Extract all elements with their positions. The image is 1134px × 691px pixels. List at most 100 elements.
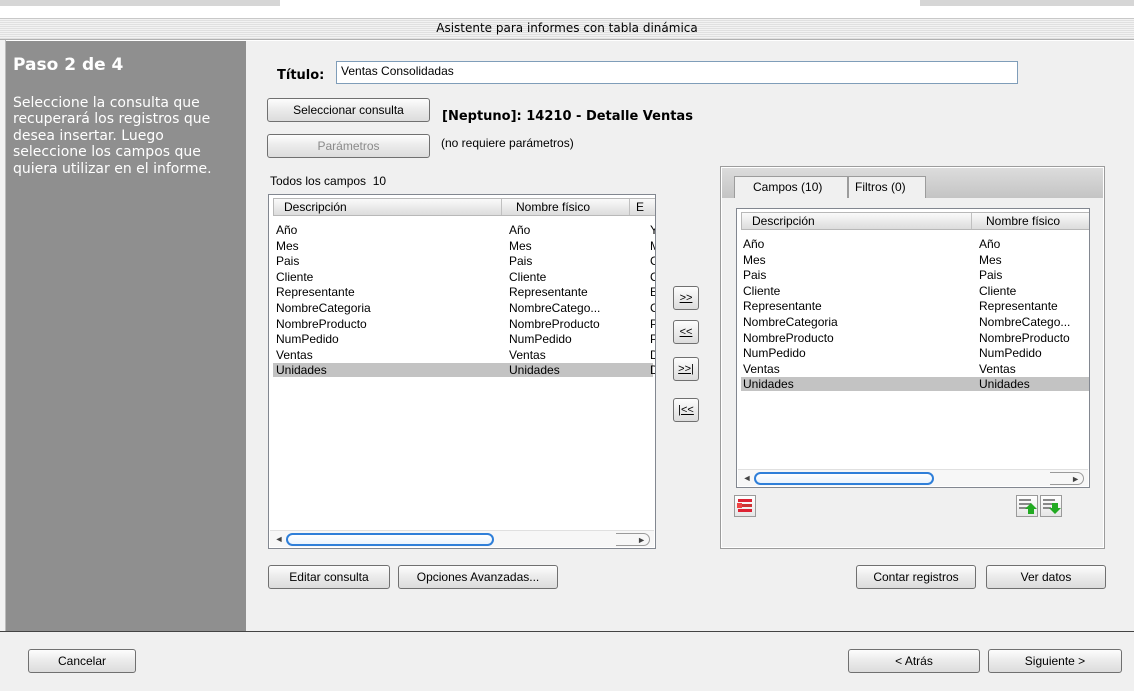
all-fields-list[interactable]: Descripción Nombre físico E AñoAñoYMesMe… bbox=[268, 194, 656, 549]
cancel-button[interactable]: Cancelar bbox=[28, 649, 136, 673]
list-cell: E bbox=[650, 285, 655, 299]
move-up-icon bbox=[1019, 499, 1037, 514]
list-item[interactable]: NombreCategoria NombreCatego... C bbox=[273, 301, 655, 315]
list-item[interactable]: Representante Representante E bbox=[273, 285, 655, 300]
list-cell: NombreProducto bbox=[509, 316, 600, 331]
list-cell: Mes bbox=[743, 252, 766, 267]
list-item[interactable]: Representante Representante bbox=[741, 299, 1089, 313]
list-cell: NumPedido bbox=[509, 332, 572, 347]
list-item[interactable]: Cliente Cliente bbox=[741, 284, 1089, 298]
scroll-left-icon[interactable]: ◄ bbox=[740, 472, 754, 485]
move-up-button[interactable] bbox=[1016, 495, 1038, 517]
list-cell: Ventas bbox=[743, 361, 780, 376]
column-header-physical-name[interactable]: Nombre físico bbox=[972, 213, 1089, 229]
all-fields-hscrollbar[interactable]: ◄ ► bbox=[270, 530, 654, 547]
list-item[interactable]: NumPedido NumPedido P bbox=[273, 332, 655, 347]
list-item[interactable]: Mes Mes bbox=[741, 253, 1089, 267]
remove-all-fields-button[interactable]: |<< bbox=[673, 398, 699, 422]
list-item[interactable]: NombreProducto NombreProducto bbox=[741, 331, 1089, 345]
column-header-description[interactable]: Descripción bbox=[274, 199, 502, 215]
add-field-button[interactable]: >> bbox=[673, 286, 699, 310]
move-down-button[interactable] bbox=[1040, 495, 1062, 517]
select-query-button[interactable]: Seleccionar consulta bbox=[267, 98, 430, 122]
edit-query-button[interactable]: Editar consulta bbox=[268, 565, 390, 589]
list-item[interactable]: Pais Pais C bbox=[273, 254, 655, 269]
list-cell: NombreCatego... bbox=[979, 315, 1071, 329]
list-item[interactable]: NombreCategoria NombreCatego... bbox=[741, 315, 1089, 329]
list-cell: Pais bbox=[276, 254, 300, 269]
list-item[interactable]: Ventas Ventas D bbox=[273, 347, 655, 362]
column-header-description[interactable]: Descripción bbox=[742, 213, 972, 229]
list-item[interactable]: Año Año bbox=[741, 237, 1089, 251]
selected-fields-hscrollbar[interactable]: ◄ ► bbox=[738, 469, 1088, 486]
scroll-thumb[interactable] bbox=[754, 472, 934, 485]
title-input[interactable]: Ventas Consolidadas bbox=[336, 61, 1018, 84]
tab-fields[interactable]: Campos (10) bbox=[734, 176, 848, 198]
list-cell: NombreProducto bbox=[743, 330, 834, 345]
list-cell: D bbox=[650, 348, 655, 362]
list-cell: Año bbox=[743, 237, 765, 251]
list-item[interactable]: Unidades Unidades bbox=[741, 377, 1089, 392]
selected-fields-header: Descripción Nombre físico bbox=[741, 212, 1089, 230]
list-item[interactable]: Ventas Ventas bbox=[741, 362, 1089, 376]
list-item[interactable]: Año Año Y bbox=[273, 223, 655, 237]
remove-field-button[interactable]: << bbox=[673, 320, 699, 344]
list-cell: P bbox=[650, 332, 655, 346]
advanced-options-button[interactable]: Opciones Avanzadas... bbox=[398, 565, 558, 589]
list-cell: M bbox=[650, 239, 655, 253]
scroll-thumb[interactable] bbox=[286, 533, 494, 546]
list-item[interactable]: Unidades Unidades D bbox=[273, 363, 655, 378]
list-cell: NombreCatego... bbox=[509, 301, 601, 315]
view-data-button[interactable]: Ver datos bbox=[986, 565, 1106, 589]
add-all-fields-button[interactable]: >>| bbox=[673, 357, 699, 381]
list-item[interactable]: Pais Pais bbox=[741, 268, 1089, 282]
list-cell: P bbox=[650, 317, 655, 331]
list-item[interactable]: Mes Mes M bbox=[273, 239, 655, 253]
all-fields-caption-text: Todos los campos bbox=[270, 174, 367, 188]
list-item[interactable]: NumPedido NumPedido bbox=[741, 346, 1089, 360]
window-top-edge bbox=[0, 0, 280, 6]
selected-fields-list[interactable]: Descripción Nombre físico Año Año Mes Mes Pa… bbox=[736, 208, 1090, 488]
list-cell: C bbox=[650, 270, 655, 284]
list-cell: Pais bbox=[979, 268, 1003, 283]
query-name: [Neptuno]: 14210 - Detalle Ventas bbox=[442, 109, 693, 124]
list-item[interactable]: NombreProducto NombreProducto P bbox=[273, 316, 655, 331]
next-button[interactable]: Siguiente > bbox=[988, 649, 1122, 673]
advanced-options-label: Opciones Avanzadas... bbox=[416, 570, 540, 584]
list-cell: NombreCategoria bbox=[743, 315, 838, 329]
back-button[interactable]: < Atrás bbox=[848, 649, 980, 673]
title-bar: Asistente para informes con tabla dinámi… bbox=[0, 0, 1134, 40]
list-cell: NombreProducto bbox=[276, 316, 367, 331]
list-cell: Año bbox=[276, 223, 298, 237]
list-cell: Ventas bbox=[276, 347, 313, 362]
list-cell: Cliente bbox=[743, 283, 781, 298]
list-cell: Año bbox=[979, 237, 1001, 251]
list-cell: C bbox=[650, 301, 655, 315]
selected-fields-panel: Campos (10) Filtros (0) Descripción Nomb… bbox=[720, 166, 1105, 549]
count-records-button[interactable]: Contar registros bbox=[856, 565, 976, 589]
list-cell: Año bbox=[509, 223, 531, 237]
column-header-e[interactable]: E bbox=[630, 199, 655, 215]
count-records-label: Contar registros bbox=[873, 570, 959, 584]
scroll-right-icon[interactable]: ► bbox=[616, 533, 650, 546]
back-label: < Atrás bbox=[895, 654, 933, 668]
field-properties-icon bbox=[737, 499, 752, 512]
field-properties-button[interactable] bbox=[734, 495, 756, 517]
parameters-button[interactable]: Parámetros bbox=[267, 134, 430, 158]
column-header-physical-name[interactable]: Nombre físico bbox=[502, 199, 630, 215]
list-item[interactable]: Cliente Cliente C bbox=[273, 269, 655, 284]
list-cell: NombreCategoria bbox=[276, 301, 371, 315]
list-cell: Representante bbox=[979, 299, 1058, 314]
list-cell: Mes bbox=[979, 252, 1002, 267]
list-cell: Representante bbox=[509, 285, 588, 300]
list-cell: Unidades bbox=[276, 363, 327, 378]
tab-filters[interactable]: Filtros (0) bbox=[848, 176, 926, 198]
list-cell: NumPedido bbox=[276, 332, 339, 347]
list-cell: Cliente bbox=[276, 269, 314, 284]
list-cell: Pais bbox=[743, 268, 767, 283]
list-cell: Cliente bbox=[979, 283, 1017, 298]
list-cell: D bbox=[650, 363, 655, 377]
scroll-right-icon[interactable]: ► bbox=[1050, 472, 1084, 485]
scroll-left-icon[interactable]: ◄ bbox=[272, 533, 286, 546]
select-query-label: Seleccionar consulta bbox=[293, 103, 404, 117]
